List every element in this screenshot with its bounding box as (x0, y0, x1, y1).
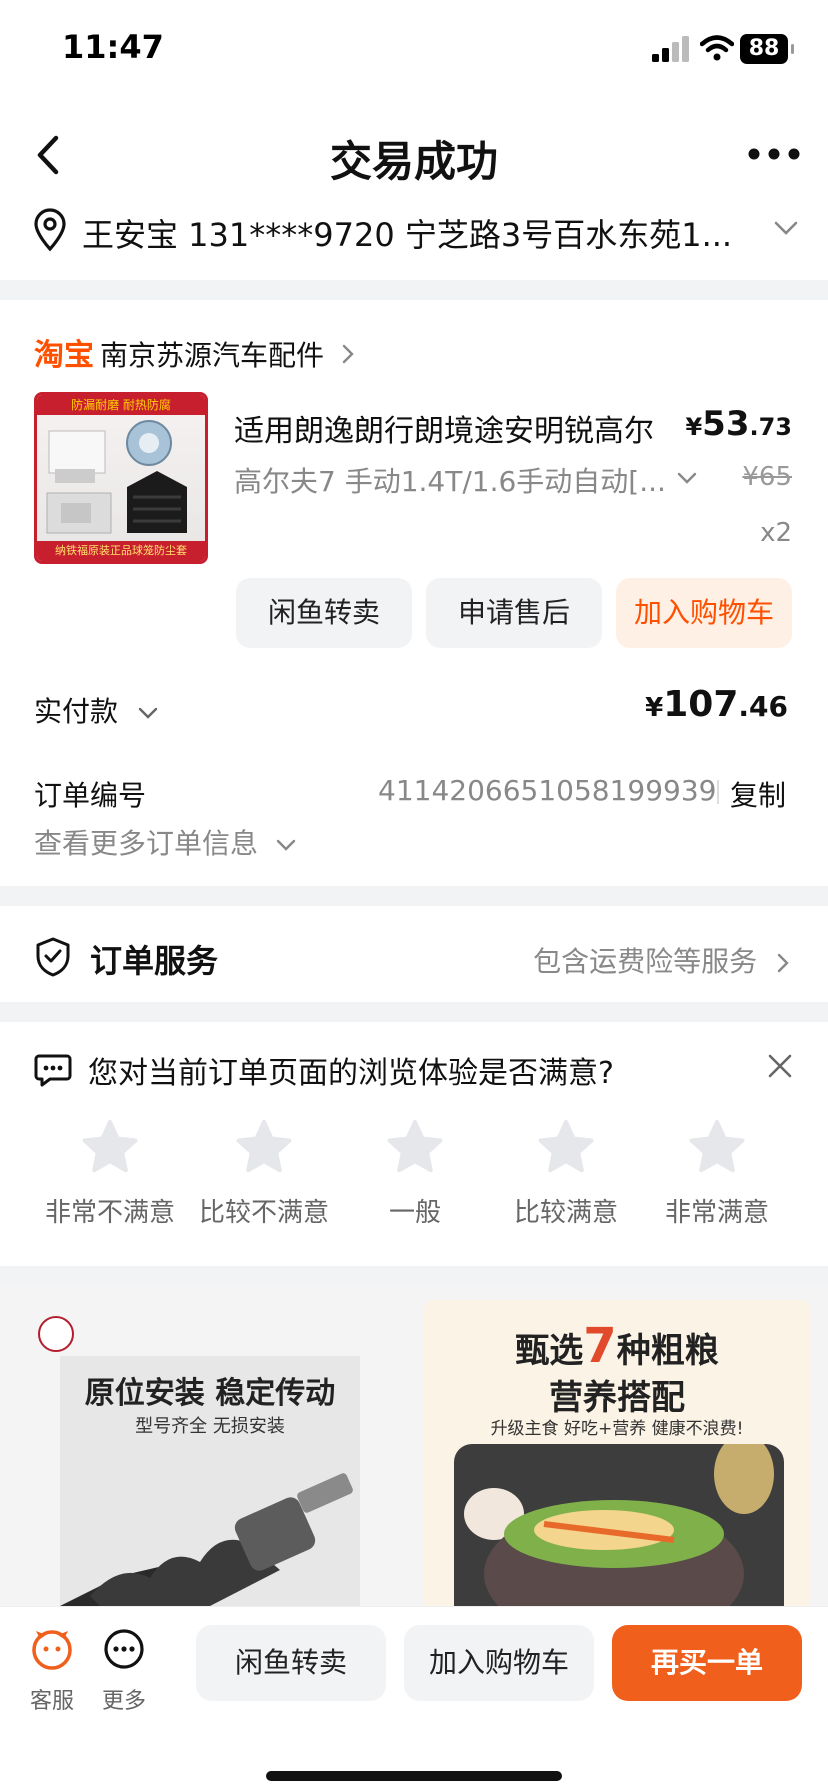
rating-label: 比较不满意 (198, 1198, 329, 1228)
shop-name: 南京苏源汽车配件 (100, 339, 325, 372)
chevron-right-icon (777, 953, 789, 973)
promo-headline-2: 营养搭配 (549, 1378, 685, 1418)
page-title: 交易成功 (329, 137, 498, 186)
more-circle-icon[interactable] (102, 1627, 146, 1671)
original-price: ¥65 (742, 462, 792, 492)
add-to-cart-button[interactable]: 加入购物车 (616, 578, 792, 648)
status-time: 11:47 (62, 28, 164, 66)
more-label[interactable]: 更多 (94, 1683, 154, 1715)
product-spec[interactable]: 高尔夫7 手动1.4T/1.6手动自动[... (234, 460, 666, 500)
product-title[interactable]: 适用朗逸朗行朗境途安明锐高尔 (234, 406, 654, 450)
shield-check-icon (36, 937, 70, 977)
shop-row[interactable]: 淘宝 南京苏源汽车配件 (34, 330, 355, 374)
star-icon (236, 1120, 292, 1173)
service-detail: 包含运费险等服务 (533, 940, 790, 980)
close-icon[interactable] (766, 1052, 794, 1080)
address-text: 王安宝 131****9720 宁芝路3号百水东苑1... (82, 216, 733, 254)
star-icon (387, 1120, 443, 1173)
survey-card: 您对当前订单页面的浏览体验是否满意? 非常不满意 比较不满意 一般 比较满意 非… (0, 1022, 828, 1266)
rating-label: 比较满意 (513, 1198, 618, 1228)
order-card: 淘宝 南京苏源汽车配件 防漏耐磨 耐热防腐 纳铁福原装正品球笼防尘套 适用朗逸朗行… (0, 300, 828, 886)
thumbnail-caption: 纳铁福原装正品球笼防尘套 (37, 541, 205, 561)
copy-button[interactable]: 复制 (730, 774, 786, 814)
promo-subline: 型号齐全 无损安装 (135, 1416, 285, 1437)
add-to-cart-button[interactable]: 加入购物车 (404, 1625, 594, 1701)
rating-label: 非常不满意 (44, 1198, 175, 1228)
chat-icon (34, 1054, 72, 1087)
resell-button[interactable]: 闲鱼转卖 (196, 1625, 386, 1701)
order-service-row[interactable]: 订单服务 包含运费险等服务 (0, 906, 828, 1002)
taobao-logo: 淘宝 (34, 338, 94, 373)
brand-logo (38, 1316, 74, 1352)
paid-label-row[interactable]: 实付款 (34, 690, 159, 730)
survey-question: 您对当前订单页面的浏览体验是否满意? (88, 1056, 614, 1091)
header: 交易成功 王安宝 131****9720 宁芝路3号百水东苑1... (0, 100, 828, 280)
chevron-down-icon (774, 221, 798, 235)
customer-service-icon[interactable] (30, 1627, 74, 1671)
location-pin-icon (34, 208, 66, 252)
thumbnail-banner: 防漏耐磨 耐热防腐 (37, 395, 205, 415)
more-order-info-label: 查看更多订单信息 (34, 827, 259, 860)
divider (717, 780, 719, 804)
promo-headline: 甄选7种粗粮 (515, 1318, 719, 1374)
signal-icon (652, 36, 689, 62)
chevron-down-icon (677, 472, 697, 484)
rice-ball-image (454, 1444, 784, 1606)
address-row[interactable]: 王安宝 131****9720 宁芝路3号百水东苑1... (30, 204, 800, 258)
resell-button[interactable]: 闲鱼转卖 (236, 578, 412, 648)
chevron-down-icon (276, 839, 296, 851)
promo-subline: 升级主食 好吃+营养 健康不浪费! (490, 1419, 744, 1439)
recommendation-feed: 原位安装 稳定传动 型号齐全 无损安装 甄选7种粗粮 营养搭配 升级主食 好吃+… (0, 1286, 828, 1606)
product-quantity: x2 (760, 518, 792, 548)
more-icon[interactable] (746, 146, 802, 162)
promo-headline: 原位安装 稳定传动 (84, 1376, 336, 1411)
paid-amount: ¥107.46 (645, 684, 788, 725)
star-icon (689, 1120, 745, 1173)
rating-unsatisfied[interactable]: 比较不满意 (194, 1118, 334, 1229)
product-image (46, 420, 187, 534)
more-order-info[interactable]: 查看更多订单信息 (34, 822, 297, 862)
wifi-icon (700, 35, 734, 61)
product-thumbnail[interactable]: 防漏耐磨 耐热防腐 纳铁福原装正品球笼防尘套 (34, 392, 208, 564)
service-title: 订单服务 (90, 942, 219, 980)
rating-label: 一般 (388, 1198, 441, 1228)
after-sales-button[interactable]: 申请售后 (426, 578, 602, 648)
rating-very-satisfied[interactable]: 非常满意 (647, 1118, 787, 1229)
star-icon (82, 1120, 138, 1173)
rating-neutral[interactable]: 一般 (345, 1118, 485, 1229)
promo-card-left[interactable]: 原位安装 稳定传动 型号齐全 无损安装 (60, 1356, 360, 1606)
chevron-down-icon (138, 707, 158, 719)
rating-satisfied[interactable]: 比较满意 (496, 1118, 636, 1229)
star-icon (538, 1120, 594, 1173)
promo-card-right[interactable]: 甄选7种粗粮 营养搭配 升级主食 好吃+营养 健康不浪费! (424, 1300, 810, 1606)
buy-again-button[interactable]: 再买一单 (612, 1625, 802, 1701)
order-number: 4114206651058199939 (378, 774, 717, 807)
rating-very-unsatisfied[interactable]: 非常不满意 (40, 1118, 180, 1229)
drive-shaft-image (60, 1473, 353, 1606)
rating-label: 非常满意 (664, 1198, 769, 1228)
status-bar: 11:47 88 (0, 0, 828, 100)
paid-label: 实付款 (34, 695, 119, 728)
battery-indicator: 88 (740, 34, 794, 64)
bottom-action-bar: 客服 更多 闲鱼转卖 加入购物车 再买一单 (0, 1606, 828, 1792)
order-number-label: 订单编号 (34, 779, 147, 812)
customer-service-label[interactable]: 客服 (22, 1683, 82, 1715)
product-price: ¥53.73 (685, 404, 792, 444)
chevron-right-icon (342, 344, 354, 364)
home-indicator (266, 1771, 562, 1781)
